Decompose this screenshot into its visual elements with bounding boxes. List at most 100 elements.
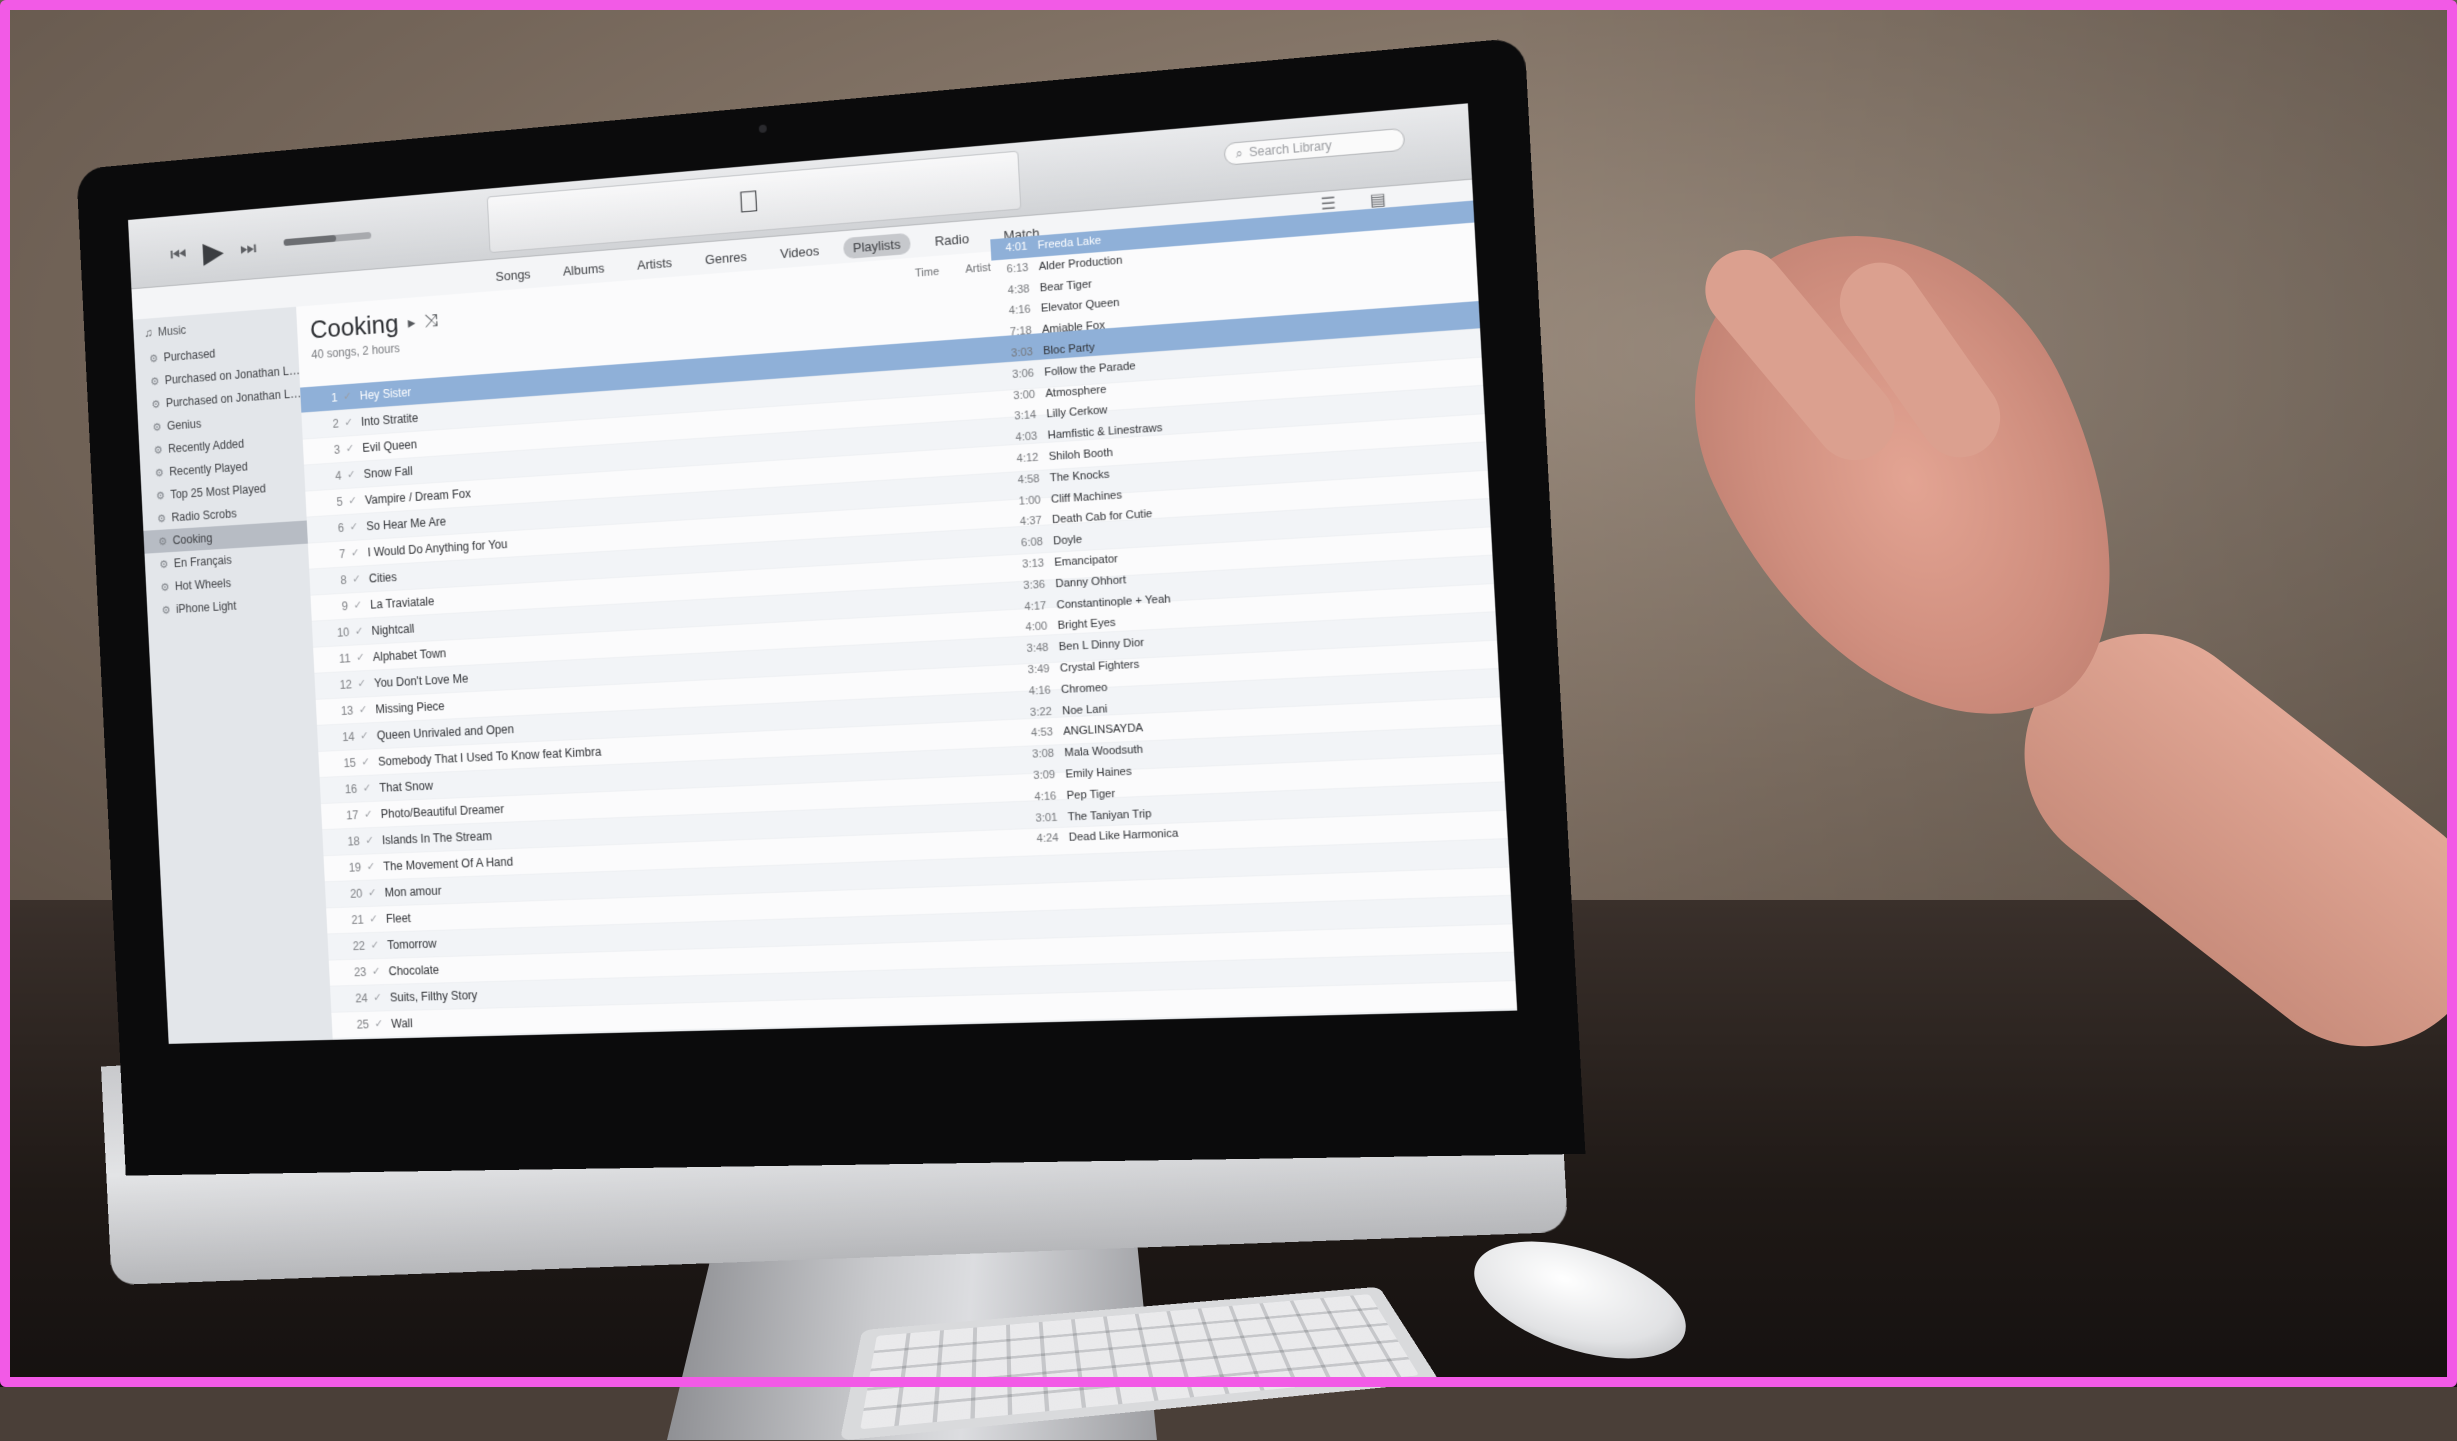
table-row[interactable]: 27✓Love, the Creature [334, 1038, 1517, 1044]
nav-item-radio[interactable]: Radio [924, 227, 980, 253]
check-icon[interactable]: ✓ [358, 703, 367, 716]
sidebar-item-label: Cooking [172, 531, 212, 547]
track-number: 24 [343, 991, 368, 1005]
sidebar-item-label: Radio Scrobs [171, 507, 237, 525]
playlist-view: Cooking ▸ ⤨ 40 songs, 2 hours Time Artis… [296, 213, 1517, 1040]
track-title: Wall [391, 1016, 413, 1030]
sidebar-item-label: En Français [173, 553, 232, 570]
previous-track-icon[interactable]: ⏮ [170, 244, 187, 267]
next-track-icon[interactable]: ⏭ [240, 238, 257, 261]
check-icon[interactable]: ✓ [369, 912, 378, 925]
time-column-header[interactable]: Time [915, 266, 940, 280]
check-icon[interactable]: ✓ [370, 939, 379, 952]
track-time: 4:37 [1005, 515, 1042, 529]
volume-level [283, 235, 336, 246]
sidebar-item-label: Recently Played [169, 460, 248, 479]
track-time: 4:03 [1000, 430, 1037, 445]
check-icon[interactable]: ✓ [360, 729, 369, 742]
track-time: 3:49 [1013, 663, 1050, 677]
track-title: I Would Do Anything for You [367, 537, 507, 559]
nav-item-playlists[interactable]: Playlists [842, 233, 911, 260]
check-icon[interactable]: ✓ [374, 1017, 383, 1030]
check-icon[interactable]: ✓ [366, 860, 375, 873]
track-number: 20 [338, 887, 363, 901]
track-time: 4:24 [1022, 832, 1059, 846]
track-artist: Chromeo [1061, 681, 1108, 695]
track-time: 4:38 [993, 283, 1030, 298]
sidebar-list: ⚙Purchased⚙Purchased on Jonathan L…⚙Purc… [134, 336, 311, 623]
nav-item-songs[interactable]: Songs [486, 263, 541, 288]
check-icon[interactable]: ✓ [351, 546, 360, 559]
track-time: 4:16 [994, 304, 1031, 319]
track-title: Queen Unrivaled and Open [376, 722, 514, 742]
check-icon[interactable]: ✓ [373, 991, 382, 1004]
nav-item-videos[interactable]: Videos [770, 239, 830, 265]
track-number: 4 [317, 469, 342, 484]
check-icon[interactable]: ✓ [353, 599, 362, 612]
track-time: 3:03 [996, 346, 1033, 361]
check-icon[interactable]: ✓ [347, 468, 356, 481]
track-number: 2 [315, 417, 340, 432]
check-icon[interactable]: ✓ [368, 886, 377, 899]
check-icon[interactable]: ✓ [364, 808, 373, 821]
shuffle-icon[interactable]: ⤨ [424, 310, 439, 331]
track-title: Hey Sister [359, 385, 411, 402]
check-icon[interactable]: ✓ [362, 782, 371, 795]
track-artist: Mala Woodsuth [1064, 744, 1143, 760]
nav-item-albums[interactable]: Albums [553, 257, 615, 283]
apple-logo-icon:  [737, 185, 761, 221]
check-icon[interactable]: ✓ [372, 965, 381, 978]
playlist-icon: ⚙ [158, 535, 167, 548]
sidebar-item-label: Purchased [163, 347, 215, 364]
track-artist: Dead Like Harmonica [1069, 828, 1179, 844]
transport-controls: ⏮ ▶ ⏭ [170, 232, 258, 273]
play-icon[interactable]: ▶ [202, 235, 225, 270]
nav-item-genres[interactable]: Genres [695, 245, 757, 271]
check-icon[interactable]: ✓ [365, 834, 374, 847]
track-title: Photo/Beautiful Dreamer [380, 802, 504, 821]
artist-column-header[interactable]: Artist [965, 262, 991, 276]
track-artist: Bright Eyes [1057, 617, 1116, 632]
track-number: 11 [326, 652, 351, 667]
check-icon[interactable]: ✓ [349, 520, 358, 533]
check-icon[interactable]: ✓ [355, 625, 364, 638]
check-icon[interactable]: ✓ [352, 572, 361, 585]
track-time: 6:13 [992, 262, 1029, 277]
check-icon[interactable]: ✓ [356, 651, 365, 664]
check-icon[interactable]: ✓ [343, 390, 352, 403]
track-number: 22 [341, 939, 366, 953]
track-time: 6:08 [1006, 536, 1043, 550]
playlist-icon: ⚙ [152, 420, 161, 433]
track-time: 4:17 [1009, 600, 1046, 614]
track-title: Islands In The Stream [382, 829, 492, 847]
track-title: Alphabet Town [373, 646, 447, 663]
playlist-icon: ⚙ [156, 489, 165, 502]
track-artist: Hamfistic & Linestraws [1047, 422, 1162, 442]
nav-item-artists[interactable]: Artists [627, 251, 682, 276]
playlist-icon: ⚙ [161, 603, 170, 616]
play-playlist-icon[interactable]: ▸ [407, 312, 415, 332]
track-number: 12 [328, 678, 353, 693]
sidebar-item-label: Recently Added [168, 437, 245, 456]
search-input[interactable]: ⌕ Search Library [1224, 128, 1406, 166]
track-title: So Hear Me Are [366, 515, 446, 534]
playlist-icon: ⚙ [153, 443, 162, 456]
check-icon[interactable]: ✓ [361, 755, 370, 768]
track-artist: Constantinople + Yeah [1056, 593, 1171, 611]
volume-slider[interactable] [283, 232, 371, 246]
check-icon[interactable]: ✓ [344, 416, 353, 429]
track-title: That Snow [379, 779, 433, 795]
track-number: 23 [342, 965, 367, 979]
playlist-meta: 40 songs, 2 hours [311, 341, 400, 361]
track-time: 3:48 [1012, 642, 1049, 656]
check-icon[interactable]: ✓ [357, 677, 366, 690]
playlist-icon: ⚙ [150, 375, 159, 388]
track-artist: Doyle [1053, 534, 1083, 548]
check-icon[interactable]: ✓ [348, 494, 357, 507]
track-title: La Traviatale [370, 594, 435, 611]
check-icon[interactable]: ✓ [345, 442, 354, 455]
imac-bezel: ⏮ ▶ ⏭  ⌕ Search Library Songs Albums Arti… [76, 37, 1585, 1175]
track-time: 3:13 [1007, 557, 1044, 571]
track-title: The Movement Of A Hand [383, 855, 513, 874]
track-artist: ANGLINSAYDA [1063, 722, 1144, 738]
